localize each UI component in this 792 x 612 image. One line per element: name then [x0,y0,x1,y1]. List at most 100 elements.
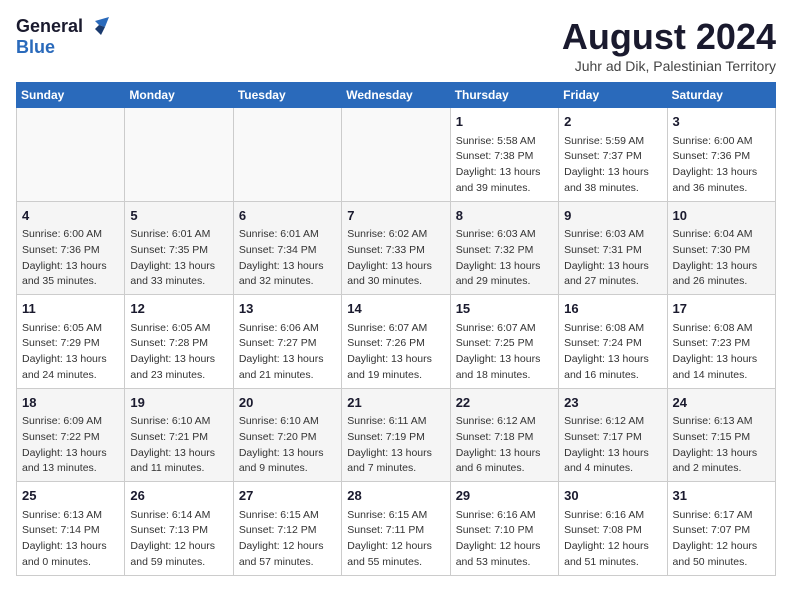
calendar-cell: 2Sunrise: 5:59 AM Sunset: 7:37 PM Daylig… [559,108,667,202]
day-number: 14 [347,299,444,319]
day-info: Sunrise: 5:58 AM Sunset: 7:38 PM Dayligh… [456,134,553,197]
calendar-cell: 14Sunrise: 6:07 AM Sunset: 7:26 PM Dayli… [342,295,450,389]
calendar-cell: 19Sunrise: 6:10 AM Sunset: 7:21 PM Dayli… [125,388,233,482]
calendar-cell: 28Sunrise: 6:15 AM Sunset: 7:11 PM Dayli… [342,482,450,576]
calendar-cell [342,108,450,202]
day-info: Sunrise: 6:00 AM Sunset: 7:36 PM Dayligh… [673,134,770,197]
calendar-cell: 11Sunrise: 6:05 AM Sunset: 7:29 PM Dayli… [17,295,125,389]
weekday-header-thursday: Thursday [450,83,558,108]
day-number: 21 [347,393,444,413]
day-info: Sunrise: 6:09 AM Sunset: 7:22 PM Dayligh… [22,414,119,477]
day-info: Sunrise: 6:14 AM Sunset: 7:13 PM Dayligh… [130,508,227,571]
title-block: August 2024 Juhr ad Dik, Palestinian Ter… [562,16,776,74]
weekday-header-wednesday: Wednesday [342,83,450,108]
calendar-cell: 21Sunrise: 6:11 AM Sunset: 7:19 PM Dayli… [342,388,450,482]
calendar-cell: 24Sunrise: 6:13 AM Sunset: 7:15 PM Dayli… [667,388,775,482]
day-number: 10 [673,206,770,226]
day-info: Sunrise: 6:17 AM Sunset: 7:07 PM Dayligh… [673,508,770,571]
page-header: General Blue August 2024 Juhr ad Dik, Pa… [16,16,776,74]
calendar-title: August 2024 [562,16,776,58]
weekday-header-sunday: Sunday [17,83,125,108]
day-number: 18 [22,393,119,413]
day-info: Sunrise: 6:05 AM Sunset: 7:28 PM Dayligh… [130,321,227,384]
day-number: 20 [239,393,336,413]
day-number: 6 [239,206,336,226]
day-info: Sunrise: 6:16 AM Sunset: 7:10 PM Dayligh… [456,508,553,571]
day-info: Sunrise: 6:03 AM Sunset: 7:31 PM Dayligh… [564,227,661,290]
day-number: 8 [456,206,553,226]
day-info: Sunrise: 6:03 AM Sunset: 7:32 PM Dayligh… [456,227,553,290]
calendar-cell: 18Sunrise: 6:09 AM Sunset: 7:22 PM Dayli… [17,388,125,482]
weekday-header-saturday: Saturday [667,83,775,108]
calendar-cell: 1Sunrise: 5:58 AM Sunset: 7:38 PM Daylig… [450,108,558,202]
calendar-cell [233,108,341,202]
calendar-cell: 6Sunrise: 6:01 AM Sunset: 7:34 PM Daylig… [233,201,341,295]
day-number: 1 [456,112,553,132]
day-info: Sunrise: 6:08 AM Sunset: 7:23 PM Dayligh… [673,321,770,384]
calendar-cell: 26Sunrise: 6:14 AM Sunset: 7:13 PM Dayli… [125,482,233,576]
calendar-week-5: 25Sunrise: 6:13 AM Sunset: 7:14 PM Dayli… [17,482,776,576]
day-info: Sunrise: 6:13 AM Sunset: 7:15 PM Dayligh… [673,414,770,477]
day-number: 22 [456,393,553,413]
calendar-cell: 4Sunrise: 6:00 AM Sunset: 7:36 PM Daylig… [17,201,125,295]
day-info: Sunrise: 6:05 AM Sunset: 7:29 PM Dayligh… [22,321,119,384]
day-info: Sunrise: 6:16 AM Sunset: 7:08 PM Dayligh… [564,508,661,571]
day-info: Sunrise: 6:02 AM Sunset: 7:33 PM Dayligh… [347,227,444,290]
calendar-cell: 10Sunrise: 6:04 AM Sunset: 7:30 PM Dayli… [667,201,775,295]
day-number: 29 [456,486,553,506]
day-number: 28 [347,486,444,506]
day-number: 31 [673,486,770,506]
day-info: Sunrise: 6:12 AM Sunset: 7:18 PM Dayligh… [456,414,553,477]
day-info: Sunrise: 6:00 AM Sunset: 7:36 PM Dayligh… [22,227,119,290]
day-info: Sunrise: 5:59 AM Sunset: 7:37 PM Dayligh… [564,134,661,197]
logo-blue-text: Blue [16,37,55,57]
calendar-cell: 8Sunrise: 6:03 AM Sunset: 7:32 PM Daylig… [450,201,558,295]
weekday-header-friday: Friday [559,83,667,108]
day-number: 9 [564,206,661,226]
day-info: Sunrise: 6:15 AM Sunset: 7:11 PM Dayligh… [347,508,444,571]
calendar-cell: 31Sunrise: 6:17 AM Sunset: 7:07 PM Dayli… [667,482,775,576]
day-number: 7 [347,206,444,226]
calendar-cell: 17Sunrise: 6:08 AM Sunset: 7:23 PM Dayli… [667,295,775,389]
day-number: 30 [564,486,661,506]
day-number: 12 [130,299,227,319]
day-info: Sunrise: 6:01 AM Sunset: 7:34 PM Dayligh… [239,227,336,290]
day-info: Sunrise: 6:10 AM Sunset: 7:20 PM Dayligh… [239,414,336,477]
calendar-cell [17,108,125,202]
day-info: Sunrise: 6:11 AM Sunset: 7:19 PM Dayligh… [347,414,444,477]
day-number: 19 [130,393,227,413]
calendar-cell: 15Sunrise: 6:07 AM Sunset: 7:25 PM Dayli… [450,295,558,389]
calendar-cell: 5Sunrise: 6:01 AM Sunset: 7:35 PM Daylig… [125,201,233,295]
calendar-cell: 27Sunrise: 6:15 AM Sunset: 7:12 PM Dayli… [233,482,341,576]
day-number: 16 [564,299,661,319]
weekday-header-row: SundayMondayTuesdayWednesdayThursdayFrid… [17,83,776,108]
calendar-week-2: 4Sunrise: 6:00 AM Sunset: 7:36 PM Daylig… [17,201,776,295]
day-info: Sunrise: 6:13 AM Sunset: 7:14 PM Dayligh… [22,508,119,571]
calendar-week-4: 18Sunrise: 6:09 AM Sunset: 7:22 PM Dayli… [17,388,776,482]
calendar-cell: 12Sunrise: 6:05 AM Sunset: 7:28 PM Dayli… [125,295,233,389]
day-number: 27 [239,486,336,506]
calendar-table: SundayMondayTuesdayWednesdayThursdayFrid… [16,82,776,576]
day-number: 2 [564,112,661,132]
day-info: Sunrise: 6:04 AM Sunset: 7:30 PM Dayligh… [673,227,770,290]
day-info: Sunrise: 6:06 AM Sunset: 7:27 PM Dayligh… [239,321,336,384]
day-info: Sunrise: 6:07 AM Sunset: 7:26 PM Dayligh… [347,321,444,384]
calendar-cell: 9Sunrise: 6:03 AM Sunset: 7:31 PM Daylig… [559,201,667,295]
calendar-week-1: 1Sunrise: 5:58 AM Sunset: 7:38 PM Daylig… [17,108,776,202]
day-number: 3 [673,112,770,132]
calendar-cell: 25Sunrise: 6:13 AM Sunset: 7:14 PM Dayli… [17,482,125,576]
logo-bird-icon [87,17,109,35]
day-number: 13 [239,299,336,319]
day-info: Sunrise: 6:12 AM Sunset: 7:17 PM Dayligh… [564,414,661,477]
logo-general-text: General [16,16,83,37]
day-info: Sunrise: 6:07 AM Sunset: 7:25 PM Dayligh… [456,321,553,384]
day-number: 15 [456,299,553,319]
day-number: 23 [564,393,661,413]
day-number: 11 [22,299,119,319]
calendar-cell: 7Sunrise: 6:02 AM Sunset: 7:33 PM Daylig… [342,201,450,295]
day-number: 24 [673,393,770,413]
calendar-cell: 3Sunrise: 6:00 AM Sunset: 7:36 PM Daylig… [667,108,775,202]
calendar-cell: 22Sunrise: 6:12 AM Sunset: 7:18 PM Dayli… [450,388,558,482]
calendar-cell: 13Sunrise: 6:06 AM Sunset: 7:27 PM Dayli… [233,295,341,389]
day-number: 25 [22,486,119,506]
